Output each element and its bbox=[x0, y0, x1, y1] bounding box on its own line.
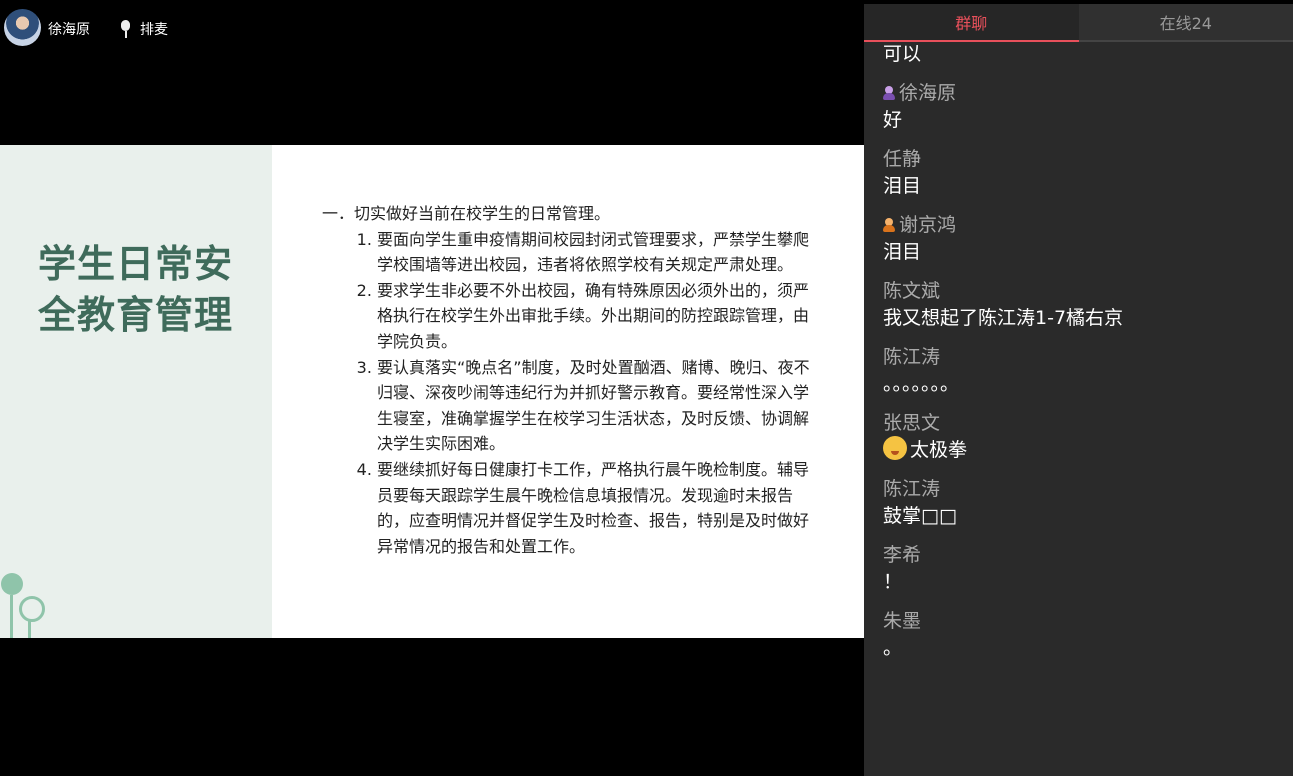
chat-message: 谢京鸿泪目 bbox=[883, 212, 1283, 266]
message-content: 我又想起了陈江涛1-7橘右京 bbox=[883, 304, 1283, 332]
slide-item-number: 1. bbox=[356, 229, 377, 249]
message-sender[interactable]: 陈江涛 bbox=[883, 476, 1283, 502]
message-sender[interactable]: 李希 bbox=[883, 542, 1283, 568]
tab-group-chat[interactable]: 群聊 bbox=[864, 4, 1079, 42]
queue-button-label: 排麦 bbox=[140, 22, 168, 38]
message-text: 泪目 bbox=[883, 175, 922, 197]
user-badge-icon bbox=[883, 86, 895, 100]
item-list: 1. 要面向学生重申疫情期间校园封闭式管理要求，严禁学生攀爬学校围墙等进出校园，… bbox=[322, 227, 822, 560]
message-content: 。。。。。。。 bbox=[883, 370, 1283, 398]
message-content: ！ bbox=[883, 568, 1283, 596]
user-badge-icon bbox=[883, 218, 895, 232]
presentation-slide: 学生日常安全教育管理 一．切实做好当前在校学生的日常管理。 1. 要面向学生重申… bbox=[0, 145, 864, 638]
decoration-circle bbox=[1, 573, 23, 595]
sender-name: 陈江涛 bbox=[883, 478, 941, 500]
chat-message: 可以 bbox=[883, 40, 1283, 68]
message-content: 。 bbox=[883, 634, 1283, 662]
slide-item-number: 2. bbox=[356, 280, 377, 300]
slide-title: 学生日常安全教育管理 bbox=[38, 242, 234, 337]
message-text: 鼓掌□□ bbox=[883, 505, 957, 527]
slide-item: 4. 要继续抓好每日健康打卡工作，严格执行晨午晚检制度。辅导员要每天跟踪学生晨午… bbox=[322, 457, 822, 559]
chat-message: 任静 泪目 bbox=[883, 146, 1283, 200]
message-content: 泪目 bbox=[883, 238, 1283, 266]
sender-name: 朱墨 bbox=[883, 610, 922, 632]
queue-button[interactable]: 排麦 bbox=[121, 19, 168, 39]
video-stage: 徐海原 排麦 学生日常安全教育管理 一．切实做好当前在校学生的日常管理。 1. … bbox=[0, 0, 864, 776]
chat-message: 张思文太极拳 bbox=[883, 410, 1283, 464]
message-sender[interactable]: 任静 bbox=[883, 146, 1283, 172]
message-list: 可以 徐海原好任静 泪目 谢京鸿 泪目 陈文斌 我又想起了陈江涛1-7橘右京 陈江涛。。。。。… bbox=[883, 40, 1283, 674]
message-text: 。 bbox=[883, 637, 903, 659]
chat-message: 徐海原好 bbox=[883, 80, 1283, 134]
decoration-line bbox=[10, 595, 13, 638]
chat-message: 李希 ！ bbox=[883, 542, 1283, 596]
host-avatar[interactable] bbox=[4, 9, 41, 46]
slide-item: 1. 要面向学生重申疫情期间校园封闭式管理要求，严禁学生攀爬学校围墙等进出校园，… bbox=[322, 227, 822, 278]
message-text: 我又想起了陈江涛1-7橘右京 bbox=[883, 307, 1124, 329]
message-sender[interactable]: 朱墨 bbox=[883, 608, 1283, 634]
message-sender[interactable]: 徐海原 bbox=[883, 80, 1283, 106]
message-sender[interactable]: 张思文 bbox=[883, 410, 1283, 436]
stage-topbar: 徐海原 排麦 bbox=[0, 0, 864, 56]
slide-item-text: 要面向学生重申疫情期间校园封闭式管理要求，严禁学生攀爬学校围墙等进出校园，违者将… bbox=[377, 229, 810, 275]
message-content: 鼓掌□□ bbox=[883, 502, 1283, 530]
chat-tabs: 群聊 在线24 bbox=[864, 4, 1293, 42]
slide-item: 3. 要认真落实“晚点名”制度，及时处置酗酒、赌博、晚归、夜不归寝、深夜吵闹等违… bbox=[322, 355, 822, 457]
slide-item-text: 要求学生非必要不外出校园，确有特殊原因必须外出的，须严格执行在校学生外出审批手续… bbox=[377, 280, 810, 351]
message-content: 可以 bbox=[883, 40, 1283, 68]
slide-item-text: 要继续抓好每日健康打卡工作，严格执行晨午晚检制度。辅导员要每天跟踪学生晨午晚检信… bbox=[377, 459, 810, 556]
message-text: 可以 bbox=[883, 43, 922, 65]
sender-name: 徐海原 bbox=[899, 82, 957, 104]
slide-body: 一．切实做好当前在校学生的日常管理。 1. 要面向学生重申疫情期间校园封闭式管理… bbox=[322, 201, 822, 559]
message-sender[interactable]: 谢京鸿 bbox=[883, 212, 1283, 238]
slide-item-number: 4. bbox=[356, 459, 377, 479]
sender-name: 谢京鸿 bbox=[899, 214, 957, 236]
decoration-ring bbox=[19, 596, 45, 622]
message-content: 太极拳 bbox=[883, 436, 1283, 464]
message-sender[interactable]: 陈文斌 bbox=[883, 278, 1283, 304]
message-text: 泪目 bbox=[883, 241, 922, 263]
sender-name: 陈文斌 bbox=[883, 280, 941, 302]
sender-name: 张思文 bbox=[883, 412, 941, 434]
host-name: 徐海原 bbox=[48, 22, 90, 38]
microphone-icon bbox=[121, 20, 130, 38]
chat-message: 陈江涛。。。。。。。 bbox=[883, 344, 1283, 398]
slide-item-number: 3. bbox=[356, 357, 377, 377]
slide-item: 2. 要求学生非必要不外出校园，确有特殊原因必须外出的，须严格执行在校学生外出审… bbox=[322, 278, 822, 355]
message-text: 。。。。。。。 bbox=[883, 373, 960, 395]
slide-title-panel: 学生日常安全教育管理 bbox=[0, 145, 272, 638]
message-text: 太极拳 bbox=[910, 439, 968, 461]
message-sender[interactable]: 陈江涛 bbox=[883, 344, 1283, 370]
sender-name: 陈江涛 bbox=[883, 346, 941, 368]
slide-item-text: 要认真落实“晚点名”制度，及时处置酗酒、赌博、晚归、夜不归寝、深夜吵闹等违纪行为… bbox=[377, 357, 810, 454]
decoration-line bbox=[28, 621, 31, 638]
sender-name: 李希 bbox=[883, 544, 922, 566]
smirk-emoji-icon bbox=[883, 436, 907, 460]
chat-panel: 群聊 在线24 可以 徐海原好任静 泪目 谢京鸿 泪目 陈文斌 我又想起了陈江涛1-7橘右京… bbox=[864, 4, 1293, 776]
message-text: 好 bbox=[883, 109, 903, 131]
chat-message: 陈江涛鼓掌□□ bbox=[883, 476, 1283, 530]
message-content: 好 bbox=[883, 106, 1283, 134]
message-text: ！ bbox=[883, 571, 903, 593]
message-content: 泪目 bbox=[883, 172, 1283, 200]
sender-name: 任静 bbox=[883, 148, 922, 170]
chat-message: 朱墨。 bbox=[883, 608, 1283, 662]
tab-online-users[interactable]: 在线24 bbox=[1078, 4, 1293, 42]
section-heading: 一．切实做好当前在校学生的日常管理。 bbox=[322, 204, 611, 223]
chat-message: 陈文斌我又想起了陈江涛1-7橘右京 bbox=[883, 278, 1283, 332]
